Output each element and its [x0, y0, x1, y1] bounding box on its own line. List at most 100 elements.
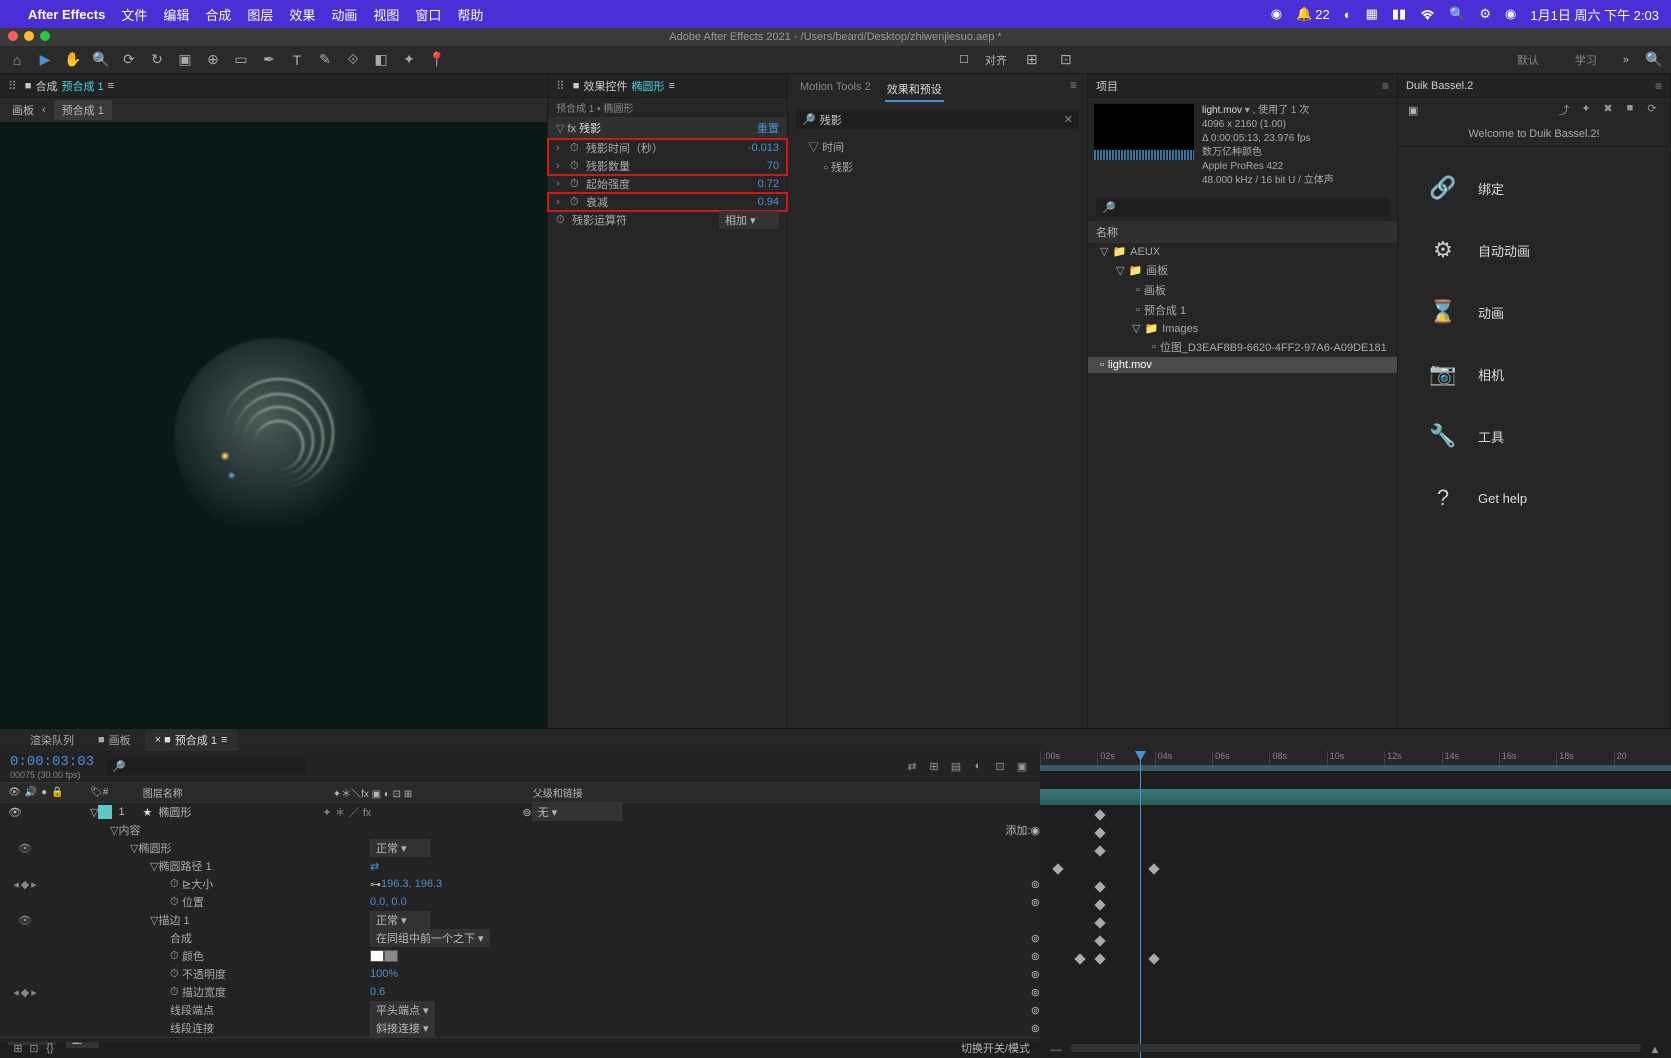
keyframe[interactable] [1148, 953, 1159, 964]
menu-window[interactable]: 窗口 [415, 5, 441, 24]
col-parent[interactable]: 父级和链接 [533, 785, 1040, 800]
panel-grip-icon[interactable]: ⠿ [8, 79, 17, 93]
project-folder-aeux[interactable]: ▽ 📁 AEUX [1088, 243, 1397, 260]
timeline-graph-area[interactable]: :00s 02s 04s 06s 08s 10s 12s 14s 16s 18s… [1040, 751, 1671, 1058]
timeline-search-input[interactable] [106, 759, 306, 775]
duik-icon-2[interactable]: ✦ [1578, 102, 1594, 118]
duik-layer-icon[interactable]: ▣ [1408, 104, 1418, 117]
orbit-tool-icon[interactable]: ⟳ [120, 51, 138, 69]
zoom-out-icon[interactable]: — [1048, 1044, 1064, 1056]
opacity-value[interactable]: 100% [370, 968, 398, 980]
project-folder-images[interactable]: ▽ 📁 Images [1088, 320, 1397, 337]
selection-tool-icon[interactable]: ▶ [36, 51, 54, 69]
siri-icon[interactable]: ◉ [1505, 6, 1516, 22]
layer-vis-2[interactable]: 👁 [18, 842, 32, 855]
search-icon[interactable]: 🔍 [1449, 6, 1465, 22]
panel-menu-icon[interactable]: ≡ [1655, 79, 1662, 93]
col-switches[interactable]: ✦＊＼fx ▣ ◐ ⊡ ⊞ [333, 785, 533, 800]
size-value[interactable]: 196.3, 196.3 [381, 878, 442, 890]
clear-search-icon[interactable]: ✕ [1064, 113, 1073, 126]
tl-opt-5[interactable]: ⊡ [992, 760, 1008, 773]
fx-start-intensity-value[interactable]: 0.72 [758, 178, 779, 190]
current-timecode[interactable]: 0:00:03:03 [10, 754, 94, 770]
menu-view[interactable]: 视图 [373, 5, 399, 24]
tl-opt-1[interactable]: ⇄ [904, 760, 920, 773]
eraser-tool-icon[interactable]: ◧ [372, 51, 390, 69]
statusbar-icon-2[interactable]: ▦ [1366, 6, 1378, 22]
stroke-blend-dropdown[interactable]: 正常 ▾ [370, 911, 430, 929]
timeline-tab-precomp1[interactable]: × ■ 预合成 1 ≡ [145, 729, 238, 751]
project-tab[interactable]: 项目 [1096, 78, 1118, 94]
tl-foot-3[interactable]: {} [42, 1042, 58, 1054]
fx-echo-time-value[interactable]: -0.013 [748, 142, 779, 154]
puppet-tool-icon[interactable]: 📍 [428, 51, 446, 69]
tab-motion-tools[interactable]: Motion Tools 2 [798, 78, 873, 102]
fx-echo-count-row[interactable]: ›⏱残影数量 70 [548, 157, 787, 175]
home-icon[interactable]: ⌂ [8, 51, 26, 69]
duik-animation-button[interactable]: ⌛动画 [1398, 281, 1670, 343]
composite-dropdown[interactable]: 在同组中前一个之下 ▾ [370, 929, 490, 947]
prop-line-cap-row[interactable]: 线段端点平头端点 ▾⊚ [0, 1001, 1040, 1019]
col-index[interactable]: # [103, 787, 143, 798]
minimize-window-button[interactable] [24, 31, 34, 41]
prop-stroke-width-row[interactable]: ◂◆▸⏱ 描边宽度0.6⊚ [0, 983, 1040, 1001]
menu-composition[interactable]: 合成 [205, 5, 231, 24]
duik-tab[interactable]: Duik Bassel.2 [1406, 80, 1473, 92]
constrain-icon[interactable]: ⊶ [370, 878, 381, 891]
timeline-zoom-slider[interactable] [1070, 1044, 1641, 1052]
shape-tool-icon[interactable]: ▭ [232, 51, 250, 69]
prop-size-row[interactable]: ◂◆▸⏱ ⊵ 大小⊶ 196.3, 196.3⊚ [0, 875, 1040, 893]
duik-help-button[interactable]: ?Get help [1398, 467, 1670, 529]
zoom-tool-icon[interactable]: 🔍 [92, 51, 110, 69]
layer-name[interactable]: 椭圆形 [152, 804, 322, 820]
keyframe[interactable] [1094, 935, 1105, 946]
fx-tab[interactable]: ■ 效果控件 椭圆形 ≡ [573, 78, 675, 94]
playhead[interactable] [1140, 751, 1141, 1058]
fx-operator-dropdown[interactable]: 相加 ▾ [719, 211, 779, 229]
fx-echo-time-row[interactable]: ›⏱残影时间（秒） -0.013 [548, 139, 787, 157]
toggle-switches-button[interactable]: 切换开关/模式 [961, 1040, 1030, 1056]
tab-effects-presets[interactable]: 效果和预设 [885, 78, 944, 102]
rotate-tool-icon[interactable]: ↻ [148, 51, 166, 69]
fx-decay-value[interactable]: 0.94 [758, 196, 779, 208]
text-tool-icon[interactable]: T [288, 51, 306, 69]
effects-group-time[interactable]: ▽ 时间 [796, 137, 1079, 157]
tl-opt-6[interactable]: ▣ [1014, 760, 1030, 773]
keyframe[interactable] [1074, 953, 1085, 964]
record-icon[interactable]: ◉ [1271, 6, 1282, 22]
parent-dropdown[interactable]: 无 ▾ [532, 803, 622, 821]
keyframe[interactable] [1094, 809, 1105, 820]
project-folder-artboard[interactable]: ▽ 📁 画板 [1088, 260, 1397, 280]
layer-visibility-toggle[interactable]: 👁 [8, 806, 22, 819]
stroke-width-value[interactable]: 0.6 [370, 986, 385, 998]
col-label-icon[interactable]: 🏷 [90, 787, 103, 798]
position-value[interactable]: 0.0, 0.0 [370, 896, 407, 908]
keyframe[interactable] [1052, 863, 1063, 874]
menu-effect[interactable]: 效果 [289, 5, 315, 24]
keyframe[interactable] [1094, 917, 1105, 928]
menu-edit[interactable]: 编辑 [163, 5, 189, 24]
col-solo-icon[interactable]: ● [41, 787, 47, 798]
workspace-learn[interactable]: 学习 [1565, 48, 1607, 72]
work-area-bar[interactable] [1040, 765, 1671, 771]
prop-position-row[interactable]: ⏱ 位置0.0, 0.0⊚ [0, 893, 1040, 911]
fx-decay-row[interactable]: ›⏱衰减 0.94 [548, 193, 787, 211]
project-search-input[interactable]: 🔎 [1096, 198, 1389, 217]
duik-camera-button[interactable]: 📷相机 [1398, 343, 1670, 405]
duik-icon-3[interactable]: ✖ [1600, 102, 1616, 118]
keyframe[interactable] [1094, 953, 1105, 964]
menu-animation[interactable]: 动画 [331, 5, 357, 24]
line-cap-dropdown[interactable]: 平头端点 ▾ [370, 1001, 435, 1019]
keyframe[interactable] [1094, 881, 1105, 892]
prop-color-row[interactable]: ⏱ 颜色⊚ [0, 947, 1040, 965]
control-center-icon[interactable]: ⚙ [1479, 6, 1491, 22]
keyframe[interactable] [1094, 827, 1105, 838]
menu-help[interactable]: 帮助 [457, 5, 483, 24]
layer-duration-bar[interactable] [1040, 789, 1671, 805]
close-window-button[interactable] [8, 31, 18, 41]
snap-checkbox[interactable]: ☐ [959, 53, 969, 66]
keyframe[interactable] [1094, 899, 1105, 910]
color-swatch[interactable] [370, 950, 384, 962]
project-comp-artboard[interactable]: ▫ 画板 [1088, 280, 1397, 300]
layer-color-label[interactable] [98, 805, 112, 819]
